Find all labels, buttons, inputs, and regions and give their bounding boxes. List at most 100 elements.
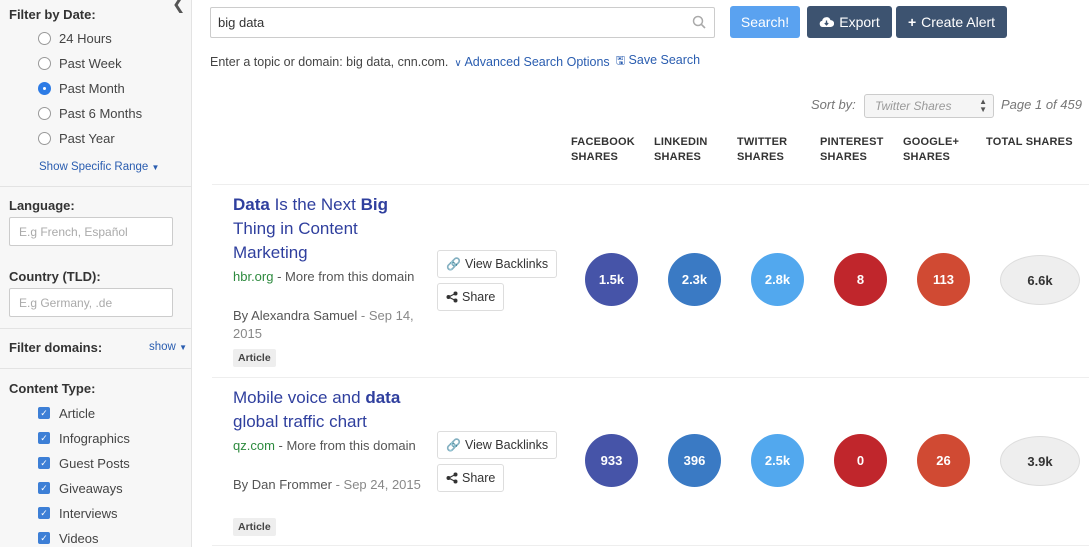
content-type-badge: Article (233, 518, 276, 536)
title-part: Thing in Content Marketing (233, 219, 358, 262)
show-specific-range-link[interactable]: Show Specific Range ▼ (39, 161, 159, 173)
share-button[interactable]: Share (437, 464, 505, 492)
search-button-label: Search! (740, 14, 790, 30)
result-author: By Alexandra Samuel - Sep 14, 2015 (233, 307, 423, 343)
view-backlinks-button[interactable]: 🔗 View Backlinks (437, 250, 558, 278)
date-option-24-hours[interactable]: 24 Hours (38, 28, 112, 48)
column-header-line: SHARES (903, 151, 951, 163)
content-type-videos[interactable]: ✓ Videos (38, 528, 99, 547)
radio-icon[interactable] (38, 56, 51, 70)
view-backlinks-button[interactable]: 🔗 View Backlinks (437, 431, 558, 459)
result-title-link[interactable]: Mobile voice and data global traffic cha… (233, 386, 423, 434)
save-search-link[interactable]: 🖫 Save Search (616, 52, 700, 71)
date-option-label: Past Year (59, 130, 115, 146)
googleplus-shares-bubble: 113 (917, 253, 970, 306)
row-divider (212, 184, 1089, 185)
total-shares-bubble: 6.6k (1000, 255, 1080, 305)
share-button[interactable]: Share (437, 283, 505, 311)
checkbox-checked-icon[interactable]: ✓ (38, 432, 50, 444)
checkbox-checked-icon[interactable]: ✓ (38, 507, 50, 519)
content-type-article[interactable]: ✓ Article (38, 403, 95, 423)
country-input[interactable] (9, 288, 173, 317)
twitter-shares-bubble: 2.8k (751, 253, 804, 306)
advanced-search-link[interactable]: ∨ Advanced Search Options (454, 55, 609, 69)
save-search-label: Save Search (628, 53, 701, 67)
date-option-label: 24 Hours (59, 30, 112, 46)
pinterest-shares-bubble: 0 (834, 434, 887, 487)
export-button[interactable]: Export (807, 6, 892, 38)
content-type-label: Videos (59, 530, 99, 546)
column-header-line: PINTEREST (820, 136, 884, 148)
collapse-sidebar-icon[interactable]: ❮ (172, 0, 185, 14)
caret-down-icon: ▼ (151, 163, 160, 172)
total-shares-bubble: 3.9k (1000, 436, 1080, 486)
date-option-past-month[interactable]: Past Month (38, 78, 125, 98)
date-option-past-year[interactable]: Past Year (38, 128, 115, 148)
page-info: Page 1 of 459 (1001, 97, 1082, 112)
date-option-past-6-months[interactable]: Past 6 Months (38, 103, 142, 123)
result-domain: qz.com - More from this domain (233, 437, 423, 455)
search-button[interactable]: Search! (730, 6, 800, 38)
author-link[interactable]: By Alexandra Samuel (233, 308, 357, 323)
date-filter-title: Filter by Date: (9, 7, 96, 22)
checkbox-checked-icon[interactable]: ✓ (38, 407, 50, 419)
share-icon (446, 291, 458, 303)
radio-checked-icon[interactable] (38, 81, 51, 95)
checkbox-checked-icon[interactable]: ✓ (38, 457, 50, 469)
show-label: show (149, 341, 176, 353)
domain-link[interactable]: qz.com (233, 438, 275, 453)
domain-link[interactable]: hbr.org (233, 269, 273, 284)
content-type-giveaways[interactable]: ✓ Giveaways (38, 478, 123, 498)
date-option-label: Past Month (59, 80, 125, 96)
sort-select[interactable]: Twitter Shares ▲ ▼ (864, 94, 994, 118)
checkbox-checked-icon[interactable]: ✓ (38, 532, 50, 544)
content-type-label: Article (59, 405, 96, 421)
search-icon[interactable] (692, 15, 706, 29)
more-from-domain-link[interactable]: - More from this domain (273, 269, 414, 284)
result-title-link[interactable]: Data Is the Next Big Thing in Content Ma… (233, 193, 423, 265)
filter-domains-show-link[interactable]: show ▼ (149, 341, 187, 353)
result-domain: hbr.org - More from this domain (233, 268, 423, 286)
column-header-line: TOTAL SHARES (986, 136, 1073, 148)
more-from-domain-link[interactable]: - More from this domain (275, 438, 416, 453)
content-type-title: Content Type: (9, 381, 96, 396)
title-part: Is the Next (269, 195, 361, 214)
date-option-past-week[interactable]: Past Week (38, 53, 122, 73)
link-icon: 🔗 (446, 438, 461, 452)
radio-icon[interactable] (38, 31, 51, 45)
column-header-line: FACEBOOK (571, 136, 635, 148)
column-header-line: SHARES (820, 151, 868, 163)
facebook-shares-bubble: 1.5k (585, 253, 638, 306)
row-divider (212, 377, 1089, 378)
sort-select-value: Twitter Shares (875, 99, 952, 113)
column-header-line: GOOGLE+ (903, 136, 960, 148)
radio-icon[interactable] (38, 131, 51, 145)
plus-icon: + (907, 14, 917, 30)
divider (0, 186, 191, 187)
row-divider (212, 545, 1089, 546)
content-type-label: Guest Posts (59, 455, 130, 471)
content-type-infographics[interactable]: ✓ Infographics (38, 428, 130, 448)
title-part: data (365, 388, 401, 407)
select-arrows-icon: ▲ ▼ (979, 97, 987, 114)
googleplus-shares-bubble: 26 (917, 434, 970, 487)
language-title: Language: (9, 198, 75, 213)
content-type-interviews[interactable]: ✓ Interviews (38, 503, 118, 523)
specific-range-label: Show Specific Range (39, 161, 149, 173)
checkbox-checked-icon[interactable]: ✓ (38, 482, 50, 494)
language-input[interactable] (9, 217, 173, 246)
content-type-label: Giveaways (59, 480, 123, 496)
save-icon: 🖫 (615, 55, 626, 67)
search-input[interactable] (211, 8, 681, 37)
content-type-badge: Article (233, 349, 276, 367)
title-part: Big (360, 195, 388, 214)
column-header-total: TOTAL SHARES (986, 135, 1076, 150)
radio-icon[interactable] (38, 106, 51, 120)
create-alert-button[interactable]: + Create Alert (896, 6, 1007, 38)
result-author: By Dan Frommer - Sep 24, 2015 (233, 476, 423, 494)
create-alert-label: Create Alert (921, 14, 996, 30)
search-hint: Enter a topic or domain: big data, cnn.c… (210, 52, 700, 71)
column-header-line: SHARES (737, 151, 785, 163)
content-type-guest-posts[interactable]: ✓ Guest Posts (38, 453, 130, 473)
author-link[interactable]: By Dan Frommer (233, 477, 332, 492)
